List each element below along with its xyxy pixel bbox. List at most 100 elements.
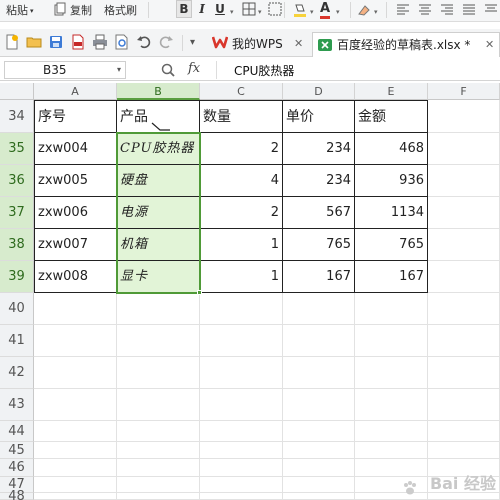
cell-d40[interactable] [283, 293, 355, 325]
undo-icon[interactable] [136, 34, 154, 52]
cell-b41[interactable] [117, 325, 200, 357]
underline-button[interactable]: U [212, 0, 228, 18]
bold-button[interactable]: B [176, 0, 192, 18]
fill-color-dropdown-icon[interactable]: ▾ [310, 2, 314, 20]
cell-b46[interactable] [117, 459, 200, 477]
cell-c42[interactable] [200, 357, 283, 389]
cell-c35[interactable]: 2 [200, 133, 283, 165]
cell-d34[interactable]: 单价 [283, 100, 355, 133]
cell-e35[interactable]: 468 [355, 133, 428, 165]
export-pdf-icon[interactable] [70, 34, 88, 52]
cell-b38[interactable]: 机箱 [117, 229, 200, 261]
cell-f39[interactable] [428, 261, 500, 293]
cell-a39[interactable]: zxw008 [34, 261, 117, 293]
cell-f38[interactable] [428, 229, 500, 261]
cell-f48[interactable] [428, 493, 500, 500]
cell-f41[interactable] [428, 325, 500, 357]
customize-toolbar-icon[interactable]: ▾ [190, 34, 208, 52]
cell-d44[interactable] [283, 421, 355, 442]
cell-c39[interactable]: 1 [200, 261, 283, 293]
cell-b47[interactable] [117, 477, 200, 493]
cell-c37[interactable]: 2 [200, 197, 283, 229]
cell-b48[interactable] [117, 493, 200, 500]
paste-dropdown-icon[interactable]: ▾ [30, 2, 34, 20]
clear-format-icon[interactable] [356, 2, 372, 20]
print-preview-icon[interactable] [114, 34, 132, 52]
spreadsheet-grid[interactable]: A B C D E F 34 序号 产品 数量 单价 金额 35 zxw004 CPU胶热器 2 234 468 3… [0, 83, 500, 500]
cell-c34[interactable]: 数量 [200, 100, 283, 133]
row-header-45[interactable]: 45 [0, 442, 34, 459]
cell-c40[interactable] [200, 293, 283, 325]
select-all-corner[interactable] [0, 83, 34, 100]
font-color-button[interactable]: A [320, 2, 331, 19]
cell-d36[interactable]: 234 [283, 165, 355, 197]
cell-f34[interactable] [428, 100, 500, 133]
cell-d43[interactable] [283, 389, 355, 421]
align-center-icon[interactable] [418, 2, 432, 20]
cell-a44[interactable] [34, 421, 117, 442]
cell-e46[interactable] [355, 459, 428, 477]
formula-input[interactable]: CPU胶热器 [234, 62, 294, 79]
cell-e37[interactable]: 1134 [355, 197, 428, 229]
cell-a40[interactable] [34, 293, 117, 325]
cell-d48[interactable] [283, 493, 355, 500]
cell-e42[interactable] [355, 357, 428, 389]
column-header-d[interactable]: D [283, 83, 355, 100]
row-header-41[interactable]: 41 [0, 325, 34, 357]
cell-a47[interactable] [34, 477, 117, 493]
cell-c45[interactable] [200, 442, 283, 459]
cell-a37[interactable]: zxw006 [34, 197, 117, 229]
cell-a38[interactable]: zxw007 [34, 229, 117, 261]
cell-d37[interactable]: 567 [283, 197, 355, 229]
cell-f37[interactable] [428, 197, 500, 229]
name-box-dropdown-icon[interactable]: ▾ [117, 62, 121, 78]
tab-my-wps[interactable]: 我的WPS [232, 32, 283, 57]
cell-d47[interactable] [283, 477, 355, 493]
row-header-40[interactable]: 40 [0, 293, 34, 325]
cell-c38[interactable]: 1 [200, 229, 283, 261]
column-header-e[interactable]: E [355, 83, 428, 100]
column-header-b[interactable]: B [117, 83, 200, 100]
cell-d41[interactable] [283, 325, 355, 357]
cell-e44[interactable] [355, 421, 428, 442]
cell-c44[interactable] [200, 421, 283, 442]
open-folder-icon[interactable] [26, 34, 44, 52]
cell-f35[interactable] [428, 133, 500, 165]
align-more-icon[interactable] [484, 2, 498, 20]
search-icon[interactable] [160, 62, 176, 78]
cell-b42[interactable] [117, 357, 200, 389]
cell-a48[interactable] [34, 493, 117, 500]
cell-f36[interactable] [428, 165, 500, 197]
cell-b35[interactable]: CPU胶热器 [117, 133, 200, 165]
paste-button[interactable]: 粘贴 [6, 2, 28, 20]
align-left-icon[interactable] [396, 2, 410, 20]
row-header-37[interactable]: 37 [0, 197, 34, 229]
cell-d39[interactable]: 167 [283, 261, 355, 293]
format-painter-button[interactable]: 格式刷 [104, 2, 137, 20]
cell-d46[interactable] [283, 459, 355, 477]
clear-format-dropdown-icon[interactable]: ▾ [374, 2, 378, 20]
cell-b43[interactable] [117, 389, 200, 421]
cell-e38[interactable]: 765 [355, 229, 428, 261]
cell-a45[interactable] [34, 442, 117, 459]
column-header-f[interactable]: F [428, 83, 500, 100]
cell-f42[interactable] [428, 357, 500, 389]
row-header-36[interactable]: 36 [0, 165, 34, 197]
row-header-48[interactable]: 48 [0, 490, 34, 500]
row-header-35[interactable]: 35 [0, 133, 34, 165]
cell-a34[interactable]: 序号 [34, 100, 117, 133]
save-icon[interactable] [48, 34, 66, 52]
underline-dropdown-icon[interactable]: ▾ [230, 2, 234, 20]
cell-a41[interactable] [34, 325, 117, 357]
cell-e40[interactable] [355, 293, 428, 325]
merge-cells-icon[interactable] [268, 2, 282, 20]
row-header-46[interactable]: 46 [0, 459, 34, 477]
close-tab-workbook-icon[interactable]: ✕ [485, 33, 494, 57]
cell-c48[interactable] [200, 493, 283, 500]
redo-icon[interactable] [158, 34, 176, 52]
row-header-39[interactable]: 39 [0, 261, 34, 293]
copy-button[interactable]: 复制 [70, 2, 92, 20]
tab-workbook[interactable]: 百度经验的草稿表.xlsx * ✕ [312, 32, 500, 57]
cell-d45[interactable] [283, 442, 355, 459]
cell-e39[interactable]: 167 [355, 261, 428, 293]
